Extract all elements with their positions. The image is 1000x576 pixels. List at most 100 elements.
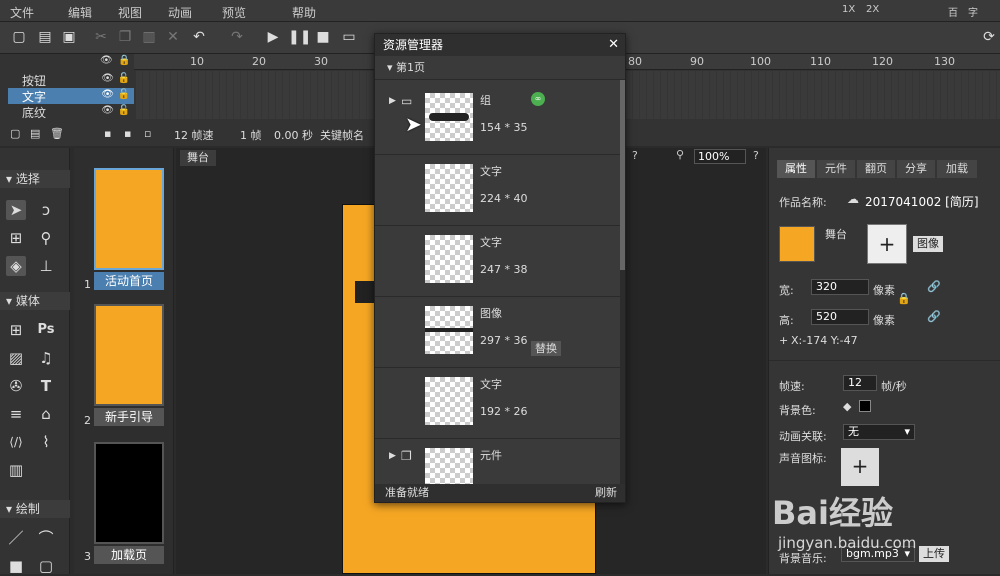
add-image-button[interactable]: + — [867, 224, 907, 264]
line-icon[interactable]: ／ — [6, 528, 26, 548]
visibility-all-icon[interactable]: 👁 — [100, 55, 113, 66]
font-icon[interactable]: 字 — [968, 4, 978, 19]
anim-select[interactable]: 无 ▾ — [843, 424, 915, 440]
cut-icon[interactable]: ✂ — [92, 28, 110, 46]
pause-icon[interactable]: ❚❚ — [288, 28, 311, 46]
tab-paging[interactable]: 翻页 — [857, 160, 895, 178]
bg-color-swatch[interactable] — [859, 400, 871, 412]
copy-icon[interactable]: ❐ — [116, 28, 134, 46]
eye-icon[interactable]: 👁 — [101, 89, 114, 100]
lasso-icon[interactable]: ↄ — [36, 200, 56, 220]
zoom-icon[interactable]: ⚲ — [676, 148, 684, 161]
expand-arrow-icon[interactable]: ▶ — [389, 96, 396, 106]
arrow-select-icon[interactable]: ➤ — [6, 200, 26, 220]
undo-icon[interactable]: ↶ — [190, 28, 208, 46]
add-folder-icon[interactable]: ▤ — [30, 127, 40, 140]
lock-icon[interactable]: 🔓 — [118, 105, 130, 116]
dialog-scrollbar[interactable] — [620, 80, 625, 485]
menu-help[interactable]: 帮助 — [292, 4, 316, 21]
section-media[interactable]: ▾ 媒体 — [0, 292, 70, 310]
paste-icon[interactable]: ▥ — [140, 28, 158, 46]
page-thumbnail[interactable] — [94, 442, 164, 544]
height-input[interactable]: 520 — [811, 309, 869, 325]
lock-all-icon[interactable]: 🔒 — [118, 55, 130, 66]
delete-layer-icon[interactable]: 🗑 — [50, 127, 64, 140]
page-thumbnail[interactable] — [94, 304, 164, 406]
new-file-icon[interactable]: ▢ — [10, 28, 28, 46]
asset-item[interactable]: 图像 297 * 36 替换 — [375, 297, 621, 368]
image-button[interactable]: 图像 — [913, 236, 943, 252]
open-folder-icon[interactable]: ▤ — [36, 28, 54, 46]
tab-share[interactable]: 分享 — [897, 160, 935, 178]
tab-components[interactable]: 元件 — [817, 160, 855, 178]
page-label[interactable]: 新手引导 — [94, 408, 164, 426]
zoom-1x[interactable]: 1X — [842, 4, 855, 15]
layer-item[interactable]: 按钮 👁 🔓 — [8, 72, 134, 88]
grid-icon[interactable]: ⊞ — [6, 320, 26, 340]
video-icon[interactable]: ✇ — [6, 376, 26, 396]
curve-icon[interactable]: ⌒ — [36, 528, 56, 548]
chart-icon[interactable]: ⌇ — [36, 432, 56, 452]
stage-tab[interactable]: 舞台 — [180, 150, 216, 166]
scrollbar-thumb[interactable] — [620, 80, 625, 270]
stop-icon[interactable]: ■ — [314, 28, 332, 46]
asset-item[interactable]: 文字 247 * 38 — [375, 226, 621, 297]
code-icon[interactable]: ⟨/⟩ — [6, 432, 26, 452]
presentation-icon[interactable]: ⌂ — [36, 404, 56, 424]
menu-animation[interactable]: 动画 — [168, 4, 192, 21]
replace-button[interactable]: 替换 — [531, 341, 561, 356]
zoom-select[interactable]: 100% — [694, 149, 746, 164]
asset-item[interactable]: 文字 192 * 26 — [375, 368, 621, 439]
film-icon[interactable]: ▥ — [6, 460, 26, 480]
frame-tool-icon[interactable]: ◈ — [6, 256, 26, 276]
page-thumbnail[interactable] — [94, 168, 164, 270]
image-icon[interactable]: ▨ — [6, 348, 26, 368]
tab-properties[interactable]: 属性 — [777, 160, 815, 178]
keyframe-icon[interactable]: ▪ — [124, 127, 131, 140]
list-icon[interactable]: ≡ — [6, 404, 26, 424]
work-name[interactable]: 2017041002 [简历] — [865, 193, 979, 210]
menu-file[interactable]: 文件 — [10, 4, 34, 21]
zoom-2x[interactable]: 2X — [866, 4, 879, 15]
transform-icon[interactable]: ⊞ — [6, 228, 26, 248]
text-icon[interactable]: T — [36, 376, 56, 396]
rect-icon[interactable]: ■ — [6, 556, 26, 576]
blank-keyframe-icon[interactable]: ▫ — [144, 127, 151, 140]
dialog-title[interactable]: 资源管理器 — [375, 34, 625, 56]
stage-thumbnail[interactable] — [779, 226, 815, 262]
help-icon[interactable]: ? — [753, 149, 759, 162]
asset-item[interactable]: 文字 224 * 40 — [375, 155, 621, 226]
link-icon[interactable]: 🔗 — [927, 310, 941, 323]
close-icon[interactable]: ✕ — [608, 37, 619, 52]
ps-icon[interactable]: Ps — [36, 320, 56, 340]
menu-view[interactable]: 视图 — [118, 4, 142, 21]
rounded-rect-icon[interactable]: ▢ — [36, 556, 56, 576]
section-select[interactable]: ▾ 选择 — [0, 170, 70, 188]
fps-input[interactable]: 12 — [843, 375, 877, 391]
help-icon[interactable]: ? — [632, 149, 638, 162]
width-input[interactable]: 320 — [811, 279, 869, 295]
delete-icon[interactable]: ✕ — [164, 28, 182, 46]
layer-item[interactable]: 底纹 👁 🔓 — [8, 104, 134, 120]
sound-icon[interactable]: ♫ — [36, 348, 56, 368]
link-icon[interactable]: ∞ — [531, 92, 545, 106]
menu-edit[interactable]: 编辑 — [68, 4, 92, 21]
paint-bucket-icon[interactable]: ◆ — [843, 400, 851, 413]
add-layer-icon[interactable]: ▢ — [10, 127, 20, 140]
refresh-button[interactable]: 刷新 — [595, 484, 617, 502]
section-draw[interactable]: ▾ 绘制 — [0, 500, 70, 518]
eye-icon[interactable]: 👁 — [101, 73, 114, 84]
eye-icon[interactable]: 👁 — [101, 105, 114, 116]
link-icon[interactable]: 🔗 — [927, 280, 941, 293]
guide-icon[interactable]: ⊥ — [36, 256, 56, 276]
lock-icon[interactable]: 🔓 — [118, 73, 130, 84]
save-icon[interactable]: ▣ — [60, 28, 78, 46]
frame-icon[interactable]: ▪ — [104, 127, 111, 140]
baidu-icon[interactable]: 百 — [948, 4, 958, 19]
expand-arrow-icon[interactable]: ▶ — [389, 451, 396, 461]
play-icon[interactable]: ▶ — [264, 28, 282, 46]
zoom-icon[interactable]: ⚲ — [36, 228, 56, 248]
redo-icon[interactable]: ↷ — [228, 28, 246, 46]
page-group[interactable]: ▾ 第1页 — [375, 56, 625, 80]
asset-item[interactable]: ▶ ❐ 元件 — [375, 439, 621, 485]
